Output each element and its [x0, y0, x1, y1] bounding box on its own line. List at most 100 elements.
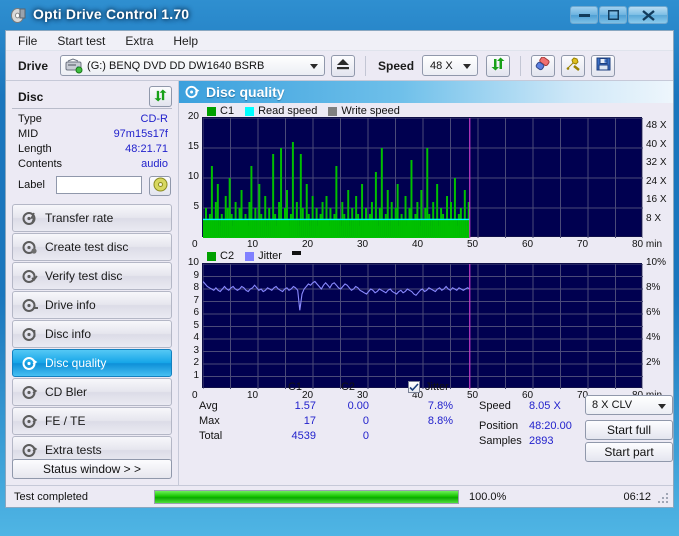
- disc-label-button[interactable]: [149, 176, 171, 196]
- right-panel: Disc quality C1 Read speed Write speed 5…: [178, 81, 673, 485]
- disc-check-icon: [19, 269, 41, 284]
- disc-row-mid: MID 97m15s17f: [18, 128, 172, 143]
- y-tick-label: 15: [187, 141, 199, 152]
- y-tick-label: 6: [193, 307, 199, 318]
- y-tick-label: 7: [193, 294, 199, 306]
- right-tick-label: 24 X: [646, 175, 667, 187]
- left-panel: Disc Type CD-R MID 97m15s17f Length 48:2…: [6, 81, 178, 485]
- stats-max-jitter: 8.8%: [427, 415, 453, 427]
- right-tick-label: 2%: [646, 357, 661, 368]
- legend-swatch-read-speed: [245, 106, 255, 116]
- disc-fete-icon: [19, 414, 41, 429]
- toolbar-divider-1: [365, 55, 367, 76]
- sidebar-item-disc-quality[interactable]: Disc quality: [12, 349, 172, 377]
- position-readout-value: 48:20.00: [529, 420, 572, 432]
- stats-total-c1: 4539: [291, 430, 316, 442]
- jitter-checkbox[interactable]: [408, 381, 420, 393]
- x-tick-label: 50: [467, 239, 479, 250]
- stats-row-label-total: Total: [199, 430, 223, 442]
- disc-section-title: Disc: [18, 89, 44, 104]
- stats-total-c2: 0: [362, 430, 369, 442]
- disc-contents-label: Contents: [18, 158, 63, 170]
- x-tick-label: 30: [357, 239, 369, 250]
- sidebar-item-create-test-disc[interactable]: Create test disc: [12, 233, 172, 261]
- close-button[interactable]: [628, 6, 668, 24]
- status-message: Test completed: [14, 490, 88, 503]
- disc-quality-icon: [19, 356, 41, 371]
- x-tick-label: 80 min: [632, 239, 663, 250]
- clv-speed-select[interactable]: 8 X CLV: [585, 395, 673, 415]
- menu-file[interactable]: File: [18, 34, 37, 48]
- disc-bler-icon: [19, 385, 41, 400]
- menu-start-test[interactable]: Start test: [57, 34, 105, 48]
- c2-jitter-chart: 12345678910 2%4%6%8%10% 0102030405060708…: [179, 257, 673, 401]
- stats-header-c1: C1: [287, 381, 303, 393]
- maximize-button[interactable]: [599, 6, 627, 24]
- c1-chart-legend: C1 Read speed Write speed: [207, 105, 400, 117]
- y-tick-label: 5: [193, 201, 199, 212]
- legend-label-jitter: Jitter: [258, 250, 282, 262]
- samples-readout-label: Samples: [479, 435, 522, 447]
- tools-button[interactable]: [561, 54, 586, 77]
- x-tick-label: 70: [577, 239, 589, 250]
- x-tick-label: 20: [302, 239, 314, 250]
- menu-bar: File Start test Extra Help: [6, 31, 673, 51]
- disc-refresh-button[interactable]: [149, 86, 172, 107]
- chevron-down-icon: [658, 404, 666, 409]
- panel-header: Disc quality: [179, 81, 673, 103]
- progress-bar-fill: [155, 490, 458, 503]
- legend-swatch-c2: [207, 251, 216, 261]
- start-full-button[interactable]: Start full: [585, 420, 673, 440]
- status-window-button[interactable]: Status window > >: [12, 459, 172, 479]
- y-tick-label: 9: [193, 269, 199, 281]
- speed-readout-label: Speed: [479, 400, 511, 412]
- eraser-icon: [535, 56, 552, 75]
- sidebar-label: Transfer rate: [45, 211, 114, 225]
- stats-avg-c1: 1.57: [294, 400, 316, 412]
- stats-row-label-avg: Avg: [199, 400, 218, 412]
- toolbar-divider-2: [520, 55, 522, 76]
- eject-icon: [336, 58, 350, 73]
- sidebar-label: Verify test disc: [45, 269, 123, 283]
- sidebar-item-cd-bler[interactable]: CD Bler: [12, 378, 172, 406]
- y-tick-label: 4: [193, 332, 199, 343]
- position-readout-label: Position: [479, 420, 519, 432]
- sidebar-item-disc-info[interactable]: Disc info: [12, 320, 172, 348]
- tools-icon: [565, 56, 581, 75]
- clv-speed-value: 8 X CLV: [592, 399, 633, 411]
- statistics-area: C1 C2 Jitter Avg 1.57 0.00 7.8% Max 17 0…: [179, 379, 673, 462]
- y-tick-label: 10: [187, 171, 199, 182]
- resize-grip[interactable]: [657, 492, 669, 504]
- drive-select[interactable]: (G:) BENQ DVD DD DW1640 BSRB: [60, 55, 326, 76]
- save-button[interactable]: [591, 54, 616, 77]
- minimize-button[interactable]: [570, 6, 598, 24]
- sidebar-item-verify-test-disc[interactable]: Verify test disc: [12, 262, 172, 290]
- sidebar-item-transfer-rate[interactable]: Transfer rate: [12, 204, 172, 232]
- refresh-icon: [153, 88, 168, 105]
- disc-label-input[interactable]: [56, 176, 142, 194]
- right-tick-label: 48 X: [646, 120, 667, 132]
- disc-type-label: Type: [18, 113, 42, 125]
- elapsed-time-label: 06:12: [623, 490, 651, 503]
- y-tick-label: 20: [187, 111, 199, 122]
- c2-plot-area: [202, 263, 643, 389]
- samples-readout-value: 2893: [529, 435, 554, 447]
- legend-label-read-speed: Read speed: [258, 105, 318, 117]
- start-part-button[interactable]: Start part: [585, 442, 673, 462]
- sidebar-label: Disc quality: [45, 356, 107, 370]
- stats-avg-c2: 0.00: [347, 400, 369, 412]
- speed-select[interactable]: 48 X: [422, 55, 479, 76]
- y-tick-label: 3: [193, 344, 199, 356]
- status-bar: Test completed 100.0% 06:12: [6, 485, 673, 507]
- sidebar-item-drive-info[interactable]: Drive info: [12, 291, 172, 319]
- y-tick-label: 8: [193, 282, 199, 293]
- menu-help[interactable]: Help: [173, 34, 198, 48]
- sidebar-label: Extra tests: [45, 443, 102, 457]
- refresh-button[interactable]: [486, 54, 511, 77]
- erase-button[interactable]: [531, 54, 556, 77]
- navigation-list: Transfer rate Create test disc Verify te…: [12, 204, 172, 477]
- sidebar-item-fe-te[interactable]: FE / TE: [12, 407, 172, 435]
- eject-button[interactable]: [331, 54, 356, 77]
- legend-label-c2: C2: [220, 250, 235, 262]
- menu-extra[interactable]: Extra: [125, 34, 153, 48]
